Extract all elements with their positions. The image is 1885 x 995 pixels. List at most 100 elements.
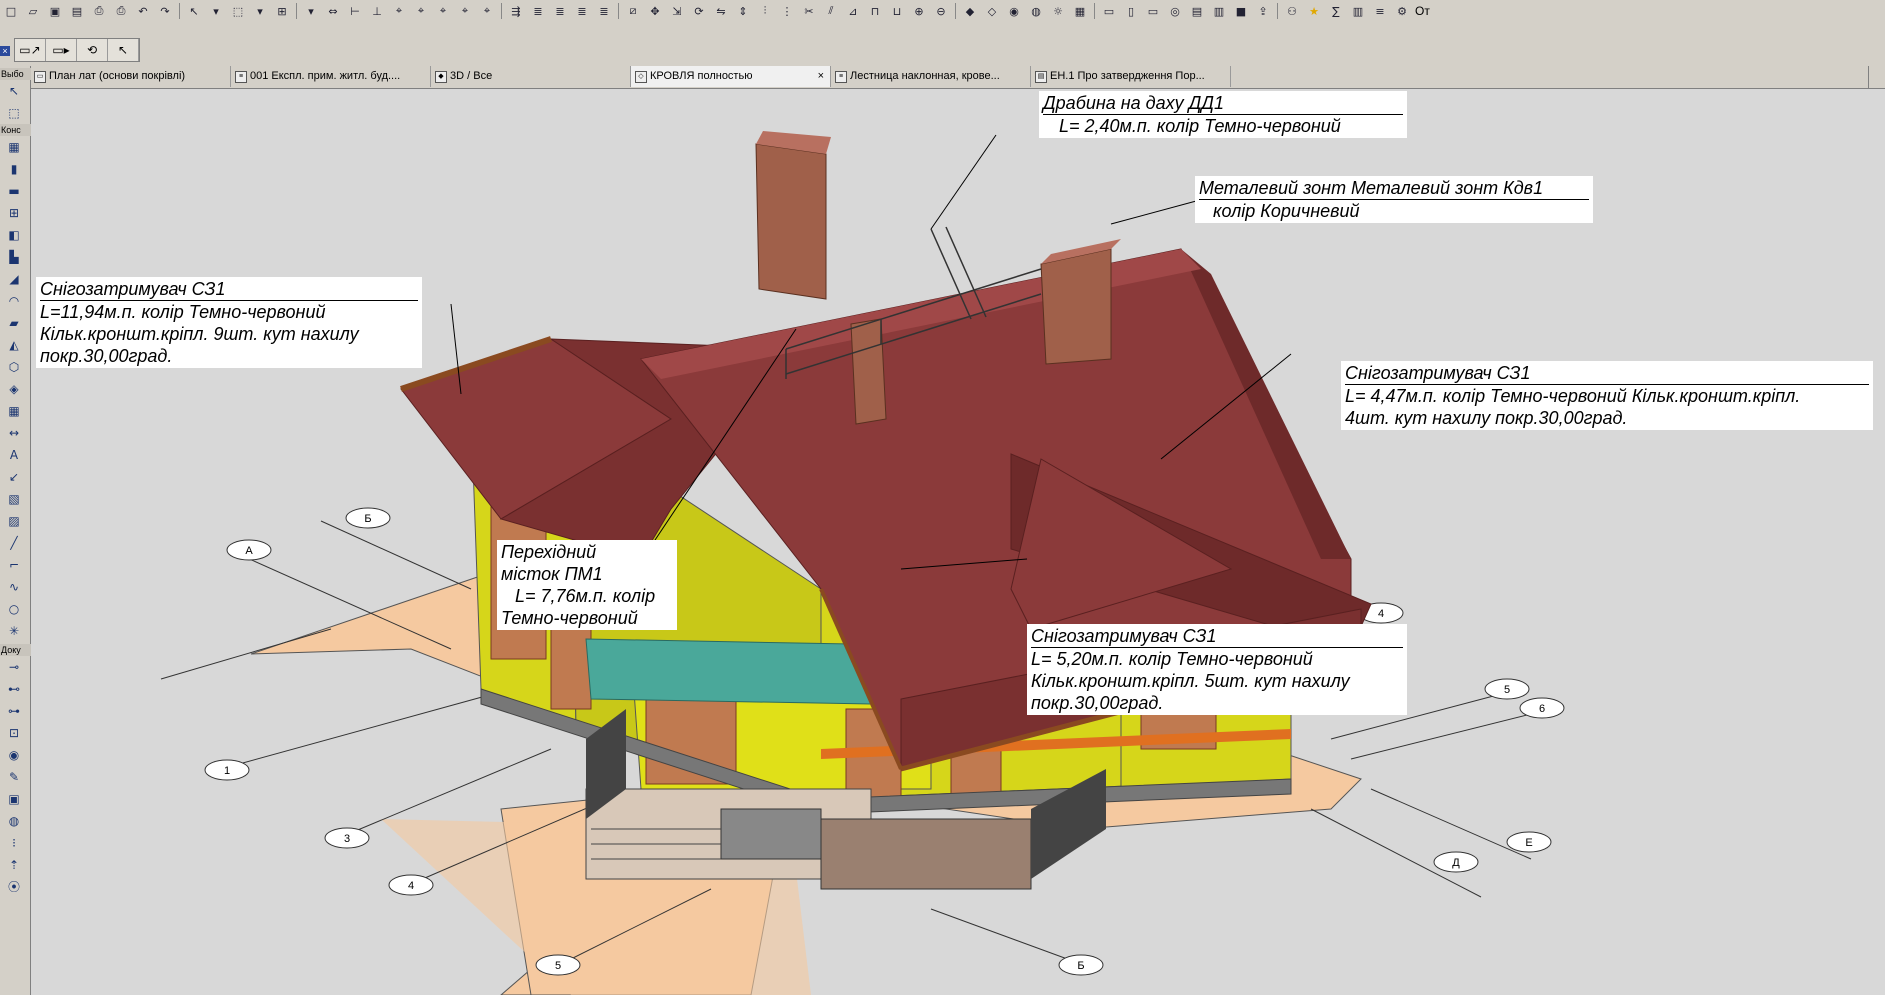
radial-dimension-icon[interactable]: ⦿ xyxy=(5,878,23,896)
lock-icon[interactable]: ⊓ xyxy=(865,2,885,20)
dimension-icon[interactable]: ⊢ xyxy=(345,2,365,20)
roof-tool-icon[interactable]: ◢ xyxy=(5,270,23,288)
tab-scroll-button[interactable] xyxy=(1868,66,1885,88)
gear-icon[interactable]: ⚙ xyxy=(1392,2,1412,20)
dropdown-icon[interactable]: ▾ xyxy=(301,2,321,20)
stair-tool-icon[interactable]: ▙ xyxy=(5,248,23,266)
text-tool-icon[interactable]: A xyxy=(5,446,23,464)
tab-plan[interactable]: ▭ План лат (основи покрівлі) xyxy=(30,66,231,87)
distribute-icon[interactable]: ⋮ xyxy=(777,2,797,20)
layers-icon[interactable]: ≣ xyxy=(594,2,614,20)
elevation-tool-icon[interactable]: ⊷ xyxy=(5,680,23,698)
tab-roof[interactable]: ◇ КРОВЛЯ полностью × xyxy=(631,66,831,87)
arrow-tool-icon[interactable]: ↖ xyxy=(184,2,204,20)
camera-icon[interactable]: ◉ xyxy=(1004,2,1024,20)
open-icon[interactable]: ▱ xyxy=(23,2,43,20)
polyline-tool-icon[interactable]: ⌐ xyxy=(5,556,23,574)
stop-icon[interactable]: ■ xyxy=(1231,2,1251,20)
calculate-icon[interactable]: ∑ xyxy=(1326,2,1346,20)
snap-icon[interactable]: ⌖ xyxy=(433,2,453,20)
change-tool-icon[interactable]: ✎ xyxy=(5,768,23,786)
hatch-tool-icon[interactable]: ▨ xyxy=(5,512,23,530)
slab-tool-icon[interactable]: ▰ xyxy=(5,314,23,332)
print-setup-icon[interactable]: ⎙ xyxy=(89,2,109,20)
wall-tool-icon[interactable]: ▦ xyxy=(5,138,23,156)
undo-icon[interactable]: ↶ xyxy=(133,2,153,20)
camera-tool-icon[interactable]: ◍ xyxy=(5,812,23,830)
figure-tool-icon[interactable]: ▣ xyxy=(5,790,23,808)
tab-document[interactable]: ▤ ЕН.1 Про затвердження Пор... xyxy=(1031,66,1231,87)
annotation-bridge[interactable]: Перехідний місток ПМ1 L= 7,76м.п. колір … xyxy=(497,540,677,630)
line-tool-icon[interactable]: ╱ xyxy=(5,534,23,552)
beam-tool-icon[interactable]: ▬ xyxy=(5,182,23,200)
tab-3d[interactable]: ◆ 3D / Все xyxy=(431,66,631,87)
curtain-wall-tool-icon[interactable]: ▦ xyxy=(5,402,23,420)
layers-icon[interactable]: ≣ xyxy=(572,2,592,20)
column-tool-icon[interactable]: ▮ xyxy=(5,160,23,178)
tool-mode-button-3[interactable]: ⟲ xyxy=(77,39,108,61)
teamwork-icon[interactable]: ⚇ xyxy=(1282,2,1302,20)
interior-elevation-icon[interactable]: ⊶ xyxy=(5,702,23,720)
snap-icon[interactable]: ⌖ xyxy=(455,2,475,20)
annotation-ladder[interactable]: Драбина на даху ДД1 L= 2,40м.п. колір Те… xyxy=(1039,91,1407,138)
close-icon[interactable]: × xyxy=(818,66,824,87)
redo-icon[interactable]: ↷ xyxy=(155,2,175,20)
print-icon[interactable]: ⎙ xyxy=(111,2,131,20)
section-icon[interactable]: ⧄ xyxy=(623,2,643,20)
sun-icon[interactable]: ☼ xyxy=(1048,2,1068,20)
navigator-icon[interactable]: ▦ xyxy=(1070,2,1090,20)
hotspot-tool-icon[interactable]: ✳ xyxy=(5,622,23,640)
tab-schedule[interactable]: ≡ 001 Експл. прим. житл. буд.... xyxy=(231,66,431,87)
grid-tool-icon[interactable]: ⁝ xyxy=(5,834,23,852)
tab-stair-schedule[interactable]: ≡ Лестница наклонная, крове... xyxy=(831,66,1031,87)
mesh-tool-icon[interactable]: ◭ xyxy=(5,336,23,354)
elevation-icon[interactable]: ⊥ xyxy=(367,2,387,20)
section-window-icon[interactable]: ▯ xyxy=(1121,2,1141,20)
drag-icon[interactable]: ⇲ xyxy=(667,2,687,20)
align-icon[interactable]: ⫶ xyxy=(755,2,775,20)
snap-icon[interactable]: ⌖ xyxy=(477,2,497,20)
detail-icon[interactable]: ◎ xyxy=(1165,2,1185,20)
save-as-icon[interactable]: ▤ xyxy=(67,2,87,20)
arrow-tool-icon[interactable]: ↖ xyxy=(5,82,23,100)
label-tool-icon[interactable]: ↙ xyxy=(5,468,23,486)
worksheet-icon[interactable]: ▤ xyxy=(1187,2,1207,20)
group-icon[interactable]: ⊕ xyxy=(909,2,929,20)
zone-tool-icon[interactable]: ⬡ xyxy=(5,358,23,376)
unlock-icon[interactable]: ⊔ xyxy=(887,2,907,20)
tool-mode-button-2[interactable]: ▭▸ xyxy=(46,39,77,61)
tool-mode-button-1[interactable]: ▭↗ xyxy=(15,39,46,61)
grid-snap-icon[interactable]: ⊞ xyxy=(272,2,292,20)
3d-window-icon[interactable]: ◇ xyxy=(982,2,1002,20)
annotation-canopy[interactable]: Металевий зонт Металевий зонт Кдв1 колір… xyxy=(1195,176,1593,223)
layers-icon[interactable]: ≣ xyxy=(528,2,548,20)
settings-icon[interactable]: ≡ xyxy=(1370,2,1390,20)
rotate-icon[interactable]: ⟳ xyxy=(689,2,709,20)
fill-tool-icon[interactable]: ▧ xyxy=(5,490,23,508)
close-icon[interactable]: × xyxy=(0,46,10,56)
annotation-snow-guard-bottom[interactable]: Снігозатримувач СЗ1 L= 5,20м.п. колір Те… xyxy=(1027,624,1407,715)
split-icon[interactable]: ⫽ xyxy=(821,2,841,20)
marquee-icon[interactable]: ⬚ xyxy=(228,2,248,20)
dropdown-icon[interactable]: ▾ xyxy=(250,2,270,20)
detail-tool-icon[interactable]: ◉ xyxy=(5,746,23,764)
adjust-icon[interactable]: ⊿ xyxy=(843,2,863,20)
measure-icon[interactable]: ⇔ xyxy=(323,2,343,20)
door-tool-icon[interactable]: ◧ xyxy=(5,226,23,244)
3d-viewport[interactable]: А Б 1 3 4 5 4 5 6 Е Д Б Драбина на даху … xyxy=(31,89,1885,995)
snap-icon[interactable]: ⌖ xyxy=(411,2,431,20)
shell-tool-icon[interactable]: ◠ xyxy=(5,292,23,310)
layout-icon[interactable]: ▥ xyxy=(1209,2,1229,20)
elevate-icon[interactable]: ⇕ xyxy=(733,2,753,20)
offset-icon[interactable]: ⇶ xyxy=(506,2,526,20)
save-icon[interactable]: ▣ xyxy=(45,2,65,20)
window-tool-icon[interactable]: ⊞ xyxy=(5,204,23,222)
circle-tool-icon[interactable]: ○ xyxy=(5,600,23,618)
ungroup-icon[interactable]: ⊖ xyxy=(931,2,951,20)
tool-mode-button-4[interactable]: ↖ xyxy=(108,39,139,61)
annotation-snow-guard-right[interactable]: Снігозатримувач СЗ1 L= 4,47м.п. колір Те… xyxy=(1341,361,1873,430)
level-tool-icon[interactable]: ⇡ xyxy=(5,856,23,874)
library-icon[interactable]: ▥ xyxy=(1348,2,1368,20)
move-icon[interactable]: ✥ xyxy=(645,2,665,20)
publish-icon[interactable]: ⇪ xyxy=(1253,2,1273,20)
